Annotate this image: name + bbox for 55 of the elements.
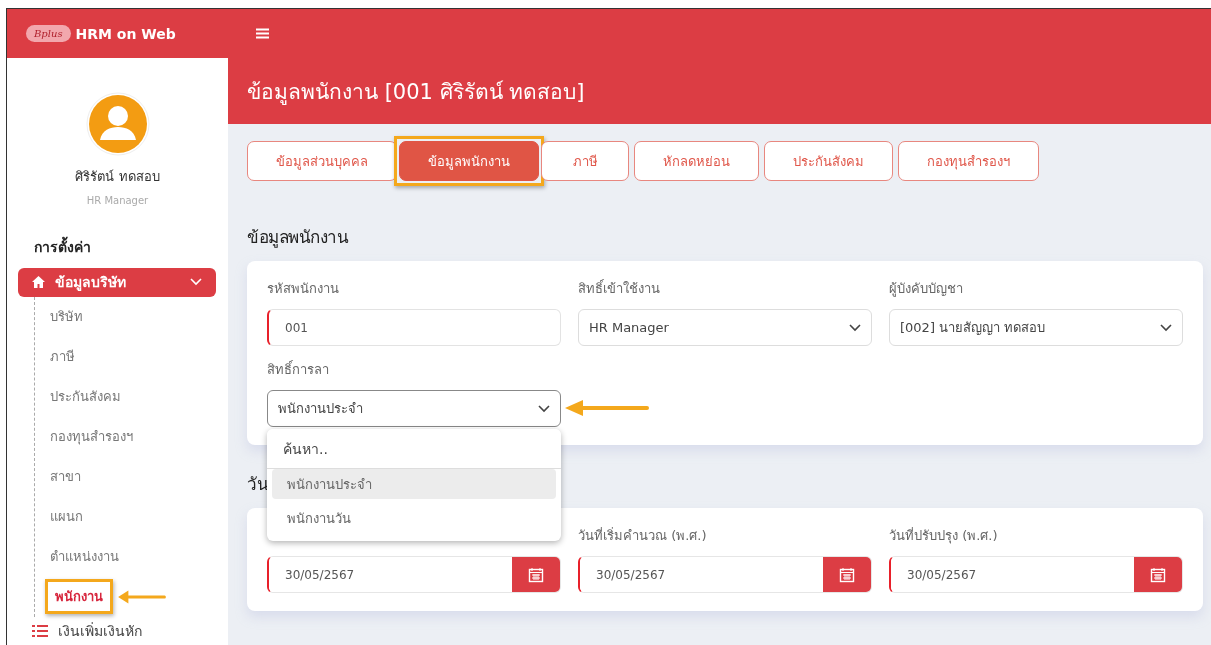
sidebar-item[interactable]: พนักงาน: [50, 584, 108, 609]
sidebar-item[interactable]: บริษัท: [45, 304, 88, 329]
search-input[interactable]: ค้นหา..: [273, 432, 555, 465]
sidebar-item[interactable]: สาขา: [45, 464, 86, 489]
sidebar-item[interactable]: กองทุนสำรองฯ: [45, 424, 138, 449]
menu-icon: [256, 28, 269, 39]
chevron-down-icon: [1160, 323, 1172, 332]
select-field[interactable]: พนักงานประจำ: [267, 390, 561, 427]
calendar-button[interactable]: [1134, 557, 1182, 592]
sidebar-heading: การตั้งค่า: [34, 236, 228, 258]
list-icon: [32, 624, 48, 637]
date-field[interactable]: 30/05/2567: [267, 556, 561, 593]
field-label: วันที่เริ่มคำนวณ (พ.ศ.): [578, 526, 708, 545]
calendar-icon: [528, 566, 544, 583]
user-role: HR Manager: [86, 195, 149, 206]
tab[interactable]: หักลดหย่อน: [634, 141, 759, 181]
calendar-icon: [839, 566, 855, 583]
logo: Bplus: [26, 25, 71, 42]
app-title: HRM on Web: [75, 25, 176, 42]
avatar-icon: [85, 92, 150, 156]
sidebar-item[interactable]: แผนก: [45, 504, 88, 529]
sidebar-item[interactable]: ประกันสังคม: [45, 384, 126, 409]
section-title: ข้อมูลพนักงาน: [247, 226, 348, 250]
tab[interactable]: กองทุนสำรองฯ: [898, 141, 1039, 181]
chevron-down-icon: [190, 278, 202, 287]
calendar-button[interactable]: [823, 557, 871, 592]
chevron-down-icon: [849, 323, 861, 332]
field-label: รหัสพนักงาน: [267, 280, 340, 298]
chevron-down-icon: [538, 404, 550, 413]
select-field[interactable]: HR Manager: [578, 309, 872, 346]
tab[interactable]: ภาษี: [541, 141, 629, 181]
date-field[interactable]: 30/05/2567: [889, 556, 1183, 593]
dropdown-option[interactable]: พนักงานประจำ: [272, 469, 556, 499]
tab[interactable]: ข้อมูลพนักงาน: [399, 141, 539, 181]
select-field[interactable]: [002] นายสัญญา ทดสอบ: [889, 309, 1183, 346]
field-label: สิทธิ์เข้าใช้งาน: [578, 278, 661, 298]
home-icon: [32, 276, 45, 289]
date-field[interactable]: 30/05/2567: [578, 556, 872, 593]
field-label: ผู้บังคับบัญชา: [889, 280, 964, 299]
sidebar-item[interactable]: ภาษี: [45, 344, 80, 369]
field-label: สิทธิ์การลา: [267, 359, 330, 379]
user-name: ศิริรัตน์ ทดสอบ: [75, 168, 160, 186]
calendar-button[interactable]: [512, 557, 560, 592]
pointer-arrow: [117, 588, 167, 605]
sidebar-item[interactable]: ตำแหน่งงาน: [45, 544, 124, 569]
search-field[interactable]: ค้นหา..: [267, 429, 561, 469]
dropdown-option[interactable]: พนักงานวัน: [272, 503, 556, 533]
text-field[interactable]: 001: [267, 309, 561, 346]
calendar-icon: [1150, 566, 1166, 583]
tab[interactable]: ประกันสังคม: [764, 141, 893, 181]
page-title: ข้อมูลพนักงาน [001 ศิริรัตน์ ทดสอบ]: [247, 78, 585, 107]
sidebar-group[interactable]: ข้อมูลบริษัท: [18, 268, 216, 297]
tab[interactable]: ข้อมูลส่วนบุคคล: [247, 141, 397, 181]
sidebar-group[interactable]: เงินเพิ่มเงินหัก: [18, 616, 216, 645]
field-label: วันที่ปรับปรุง (พ.ศ.): [889, 526, 999, 546]
